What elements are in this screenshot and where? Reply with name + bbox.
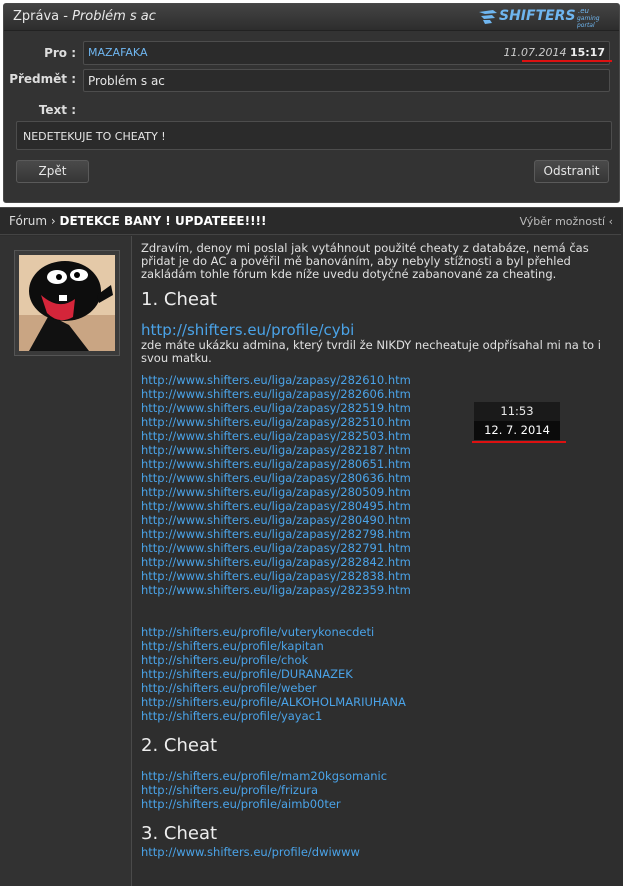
logo-brand: SHIFTERS (499, 8, 576, 24)
cheat-2-heading: 2. Cheat (141, 735, 218, 756)
profile-link[interactable]: http://shifters.eu/profile/chok (141, 653, 613, 667)
profile-link[interactable]: http://shifters.eu/profile/mam20kgsomani… (141, 769, 613, 783)
logo-tld: .eu (578, 7, 589, 15)
cheat-2-link-list: http://shifters.eu/profile/mam20kgsomani… (141, 769, 613, 811)
logo-wing-icon (479, 10, 497, 24)
options-menu[interactable]: Výběr možností ‹ (520, 215, 613, 228)
post-intro: Zdravím, denoy mi poslal jak vytáhnout p… (141, 241, 589, 281)
message-date: 11.07.2014 (503, 46, 567, 59)
avatar-image (19, 255, 115, 351)
taskbar-clock[interactable]: 11:53 12. 7. 2014 (474, 402, 560, 440)
match-link[interactable]: http://www.shifters.eu/liga/zapasy/28284… (141, 555, 613, 569)
profile-link[interactable]: http://shifters.eu/profile/DURANAZEK (141, 667, 613, 681)
match-link[interactable]: http://www.shifters.eu/liga/zapasy/28049… (141, 513, 613, 527)
profile-link[interactable]: http://shifters.eu/profile/frizura (141, 783, 613, 797)
breadcrumb-root[interactable]: Fórum (9, 214, 47, 228)
profile-link[interactable]: http://shifters.eu/profile/ALKOHOLMARIUH… (141, 695, 613, 709)
text-label: Text : (38, 103, 76, 117)
cheat-1-heading: 1. Cheat (141, 289, 218, 310)
message-title: Zpráva - Problém s ac (13, 9, 156, 24)
cheat-3-heading: 3. Cheat (141, 823, 218, 844)
match-link[interactable]: http://www.shifters.eu/liga/zapasy/28279… (141, 527, 613, 541)
cheat-1-profile-link[interactable]: http://shifters.eu/profile/cybi (141, 321, 613, 339)
avatar[interactable] (14, 250, 120, 356)
red-underline-clock (472, 441, 566, 443)
topic-title: DETEKCE BANY ! UPDATEEE!!!! (59, 214, 267, 228)
match-link[interactable]: http://www.shifters.eu/liga/zapasy/28218… (141, 443, 613, 457)
match-link[interactable]: http://www.shifters.eu/liga/zapasy/28260… (141, 387, 613, 401)
match-link[interactable]: http://www.shifters.eu/liga/zapasy/28235… (141, 583, 613, 597)
message-time: 15:17 (569, 46, 605, 59)
profile-link-list: http://shifters.eu/profile/vuterykonecde… (141, 625, 613, 723)
breadcrumb-separator: › (47, 214, 60, 228)
pro-label: Pro : (44, 46, 76, 60)
message-window: Zpráva - Problém s ac SHIFTERS .eu gamin… (3, 3, 620, 203)
back-button[interactable]: Zpět (16, 160, 89, 183)
match-link[interactable]: http://www.shifters.eu/liga/zapasy/28050… (141, 485, 613, 499)
match-link[interactable]: http://www.shifters.eu/liga/zapasy/28261… (141, 373, 613, 387)
post-body: Zdravím, denoy mi poslal jak vytáhnout p… (141, 241, 613, 860)
message-title-prefix: Zpráva - (13, 9, 68, 24)
clock-date: 12. 7. 2014 (474, 421, 560, 440)
profile-link[interactable]: http://shifters.eu/profile/vuterykonecde… (141, 625, 613, 639)
subject-value: Problém s ac (88, 74, 165, 88)
message-text-value: NEDETEKUJE TO CHEATY ! (23, 130, 166, 143)
message-title-subject: Problém s ac (72, 9, 156, 24)
profile-link[interactable]: http://shifters.eu/profile/aimb00ter (141, 797, 613, 811)
logo-tagline: gaming portal (577, 15, 600, 29)
match-link[interactable]: http://www.shifters.eu/liga/zapasy/28063… (141, 471, 613, 485)
profile-link[interactable]: http://shifters.eu/profile/yayac1 (141, 709, 613, 723)
match-link[interactable]: http://www.shifters.eu/liga/zapasy/28283… (141, 569, 613, 583)
breadcrumb: Fórum › DETEKCE BANY ! UPDATEEE!!!! (9, 214, 266, 228)
red-underline-date (522, 60, 612, 62)
forum-header: Fórum › DETEKCE BANY ! UPDATEEE!!!! Výbě… (0, 208, 621, 235)
profile-link[interactable]: http://shifters.eu/profile/kapitan (141, 639, 613, 653)
profile-link[interactable]: http://www.shifters.eu/profile/dwiwww (141, 845, 613, 859)
recipient-name[interactable]: MAZAFAKA (88, 46, 147, 59)
author-column (0, 236, 132, 886)
delete-button[interactable]: Odstranit (534, 160, 609, 183)
message-titlebar: Zpráva - Problém s ac SHIFTERS .eu gamin… (4, 4, 619, 31)
profile-link[interactable]: http://shifters.eu/profile/weber (141, 681, 613, 695)
cheat-1-note: zde máte ukázku admina, který tvrdil že … (141, 338, 601, 365)
match-link[interactable]: http://www.shifters.eu/liga/zapasy/28049… (141, 499, 613, 513)
message-datetime: 11.07.2014 15:17 (504, 46, 606, 59)
shifters-logo[interactable]: SHIFTERS .eu gaming portal (479, 7, 609, 29)
forum-section: Fórum › DETEKCE BANY ! UPDATEEE!!!! Výbě… (0, 207, 623, 886)
match-link[interactable]: http://www.shifters.eu/liga/zapasy/28279… (141, 541, 613, 555)
message-text-field: NEDETEKUJE TO CHEATY ! (16, 121, 612, 150)
subject-label: Předmět : (9, 72, 76, 86)
subject-field: Problém s ac (83, 69, 610, 92)
match-link[interactable]: http://www.shifters.eu/liga/zapasy/28065… (141, 457, 613, 471)
clock-time: 11:53 (500, 404, 534, 418)
